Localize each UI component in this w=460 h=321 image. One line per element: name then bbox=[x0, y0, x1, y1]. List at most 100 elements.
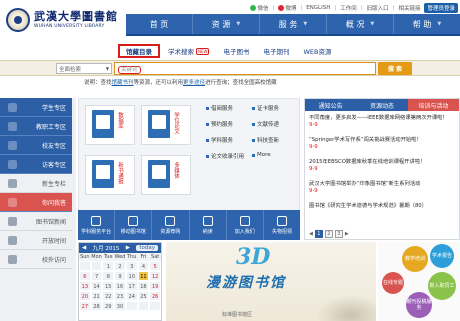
bubble-journal-submission[interactable]: 期刊投稿服务 bbox=[406, 292, 432, 318]
service-lending[interactable]: 借阅服务 bbox=[206, 104, 233, 112]
page-3[interactable]: 3 bbox=[334, 230, 343, 238]
calendar-day[interactable]: 9 bbox=[114, 271, 126, 281]
nav-home[interactable]: 首 页 bbox=[126, 14, 193, 34]
calendar-day[interactable]: 4 bbox=[137, 261, 150, 271]
sidebar-item-alumni[interactable]: 校友专区 bbox=[0, 136, 72, 155]
sidebar-item-hours[interactable]: 开放时间 bbox=[0, 231, 72, 250]
tile-new-books[interactable]: 新书通报 bbox=[85, 155, 135, 195]
weibo-link[interactable]: 微博 bbox=[278, 4, 296, 12]
calendar-day[interactable]: 21 bbox=[90, 291, 103, 301]
prev-month-icon[interactable]: ◀ bbox=[82, 245, 86, 251]
search-input[interactable]: 关键词 bbox=[114, 62, 376, 75]
calendar-day[interactable]: 24 bbox=[125, 291, 138, 301]
calendar-day[interactable]: 18 bbox=[137, 281, 150, 291]
calendar-day[interactable]: 25 bbox=[137, 291, 150, 301]
calendar-day[interactable]: 14 bbox=[90, 281, 103, 291]
nav-help[interactable]: 帮 助 ▼ bbox=[394, 14, 460, 34]
quick-recommend[interactable]: 资源荐购 bbox=[152, 210, 190, 240]
service-card[interactable]: 证卡服务 bbox=[252, 104, 279, 112]
sidebar-item-news[interactable]: 图书馆新闻 bbox=[0, 212, 72, 231]
news-item[interactable]: 不同角度，更多启发——IEEE数据库网络课第两次开课啦！ 9-9 bbox=[309, 115, 457, 129]
quick-join-us[interactable]: 加入我们 bbox=[227, 210, 264, 240]
calendar-day[interactable]: 23 bbox=[114, 291, 126, 301]
calendar-day[interactable]: 29 bbox=[102, 301, 115, 311]
sidebar-item-students[interactable]: 学生专区 bbox=[0, 98, 72, 117]
tab-academic-search[interactable]: 学术搜索 NEW bbox=[162, 44, 215, 58]
bubble-academic-report[interactable]: 学术报告 bbox=[430, 244, 454, 268]
hint-link-holdings[interactable]: 馆藏书刊 bbox=[112, 80, 134, 86]
calendar-day[interactable]: 15 bbox=[102, 281, 115, 291]
sidebar-item-freshman[interactable]: 新生专栏 bbox=[0, 174, 72, 193]
virtual-tour-banner[interactable]: 3D 漫游图书馆 标准图书馆区 bbox=[166, 242, 376, 321]
sidebar-item-staff[interactable]: 教职工专区 bbox=[0, 117, 72, 136]
tile-theses[interactable]: 学位论文 bbox=[141, 105, 191, 145]
calendar-day[interactable]: 11 bbox=[137, 271, 150, 281]
sidebar-item-qa[interactable]: 你问我答 bbox=[0, 193, 72, 212]
tab-training-events[interactable]: 培训与活动 bbox=[407, 99, 459, 111]
tab-web-resources[interactable]: WEB资源 bbox=[297, 44, 337, 58]
next-page-icon[interactable]: ▶ bbox=[345, 231, 349, 237]
bubble-online-topics[interactable]: 在线专题 bbox=[382, 272, 404, 294]
english-link[interactable]: ENGLISH bbox=[306, 5, 330, 11]
calendar-day[interactable]: 27 bbox=[79, 301, 91, 311]
search-button[interactable]: 搜 索 bbox=[378, 62, 412, 75]
tile-databases[interactable]: 数据库 bbox=[85, 105, 135, 145]
sidebar-item-remote[interactable]: 校外访问 bbox=[0, 250, 72, 269]
page-1[interactable]: 1 bbox=[314, 230, 323, 238]
service-more[interactable]: More bbox=[252, 152, 271, 158]
search-scope-select[interactable]: 全面检索 ▼ bbox=[56, 63, 112, 74]
calendar-day[interactable]: 8 bbox=[102, 271, 115, 281]
tab-catalog[interactable]: 馆藏目录 bbox=[118, 44, 160, 58]
tab-resource-updates[interactable]: 资源动态 bbox=[356, 99, 407, 111]
calendar-day[interactable]: 19 bbox=[149, 281, 161, 291]
workroom-link[interactable]: 工作间 bbox=[340, 4, 357, 12]
hint-link-more[interactable]: 更多途径 bbox=[183, 80, 205, 86]
quick-subject-platform[interactable]: 学科服务平台 bbox=[78, 210, 116, 240]
news-item[interactable]: 武汉大学图书馆举办“印象图书馆”新生系列活动 9-9 bbox=[309, 181, 457, 195]
nav-services[interactable]: 服 务 ▼ bbox=[260, 14, 327, 34]
service-citation[interactable]: 论文收录引用 bbox=[206, 152, 244, 160]
news-item[interactable]: 图书馆《研究生学术道德与学术规范》暑期（80） bbox=[309, 203, 457, 210]
calendar-day[interactable]: 6 bbox=[79, 271, 91, 281]
calendar-day[interactable]: 10 bbox=[125, 271, 138, 281]
bubble-new-staff[interactable]: 新入职员工 bbox=[428, 272, 456, 300]
quick-reading[interactable]: 纳读 bbox=[190, 210, 227, 240]
sidebar-item-visitors[interactable]: 访客专区 bbox=[0, 155, 72, 174]
calendar-day[interactable]: 2 bbox=[114, 261, 126, 271]
tab-ejournals[interactable]: 电子期刊 bbox=[257, 44, 295, 58]
prev-page-icon[interactable]: ◀ bbox=[309, 231, 313, 237]
staff-login-button[interactable]: 管理员登录 bbox=[424, 3, 458, 13]
library-logo[interactable]: 武漢大學圖書館 WUHAN UNIVERSITY LIBRARY bbox=[6, 6, 124, 38]
calendar-day[interactable]: 30 bbox=[114, 301, 126, 311]
page-2[interactable]: 2 bbox=[324, 230, 333, 238]
calendar-day[interactable]: 1 bbox=[102, 261, 115, 271]
tab-ebooks[interactable]: 电子图书 bbox=[217, 44, 255, 58]
service-document-delivery[interactable]: 文献传递 bbox=[252, 120, 279, 128]
wechat-link[interactable]: 微信 bbox=[250, 4, 268, 12]
calendar-day[interactable]: 28 bbox=[90, 301, 103, 311]
service-novelty-search[interactable]: 科技查新 bbox=[252, 136, 279, 144]
news-item[interactable]: 2015年EBSCO数据库秋季在线培训课程开讲啦！ 9-9 bbox=[309, 159, 457, 173]
calendar-day[interactable]: 20 bbox=[79, 291, 91, 301]
today-button[interactable]: today bbox=[136, 245, 158, 251]
quick-lost-found[interactable]: 失物招领 bbox=[264, 210, 300, 240]
old-version-link[interactable]: 旧版入口 bbox=[367, 4, 389, 12]
calendar-day[interactable]: 16 bbox=[114, 281, 126, 291]
calendar-day[interactable]: 17 bbox=[125, 281, 138, 291]
related-links-dropdown[interactable]: 相关链接 bbox=[398, 4, 420, 12]
nav-resources[interactable]: 资 源 ▼ bbox=[193, 14, 260, 34]
calendar-day[interactable]: 13 bbox=[79, 281, 91, 291]
calendar-day[interactable]: 22 bbox=[102, 291, 115, 301]
next-month-icon[interactable]: ▶ bbox=[126, 245, 130, 251]
service-reservation[interactable]: 预约服务 bbox=[206, 120, 233, 128]
tab-notices[interactable]: 通知公告 bbox=[305, 99, 356, 111]
tile-multimedia[interactable]: 多媒体 bbox=[141, 155, 191, 195]
calendar-day[interactable]: 12 bbox=[149, 271, 161, 281]
service-subject[interactable]: 学科服务 bbox=[206, 136, 233, 144]
calendar-day[interactable]: 7 bbox=[90, 271, 103, 281]
bubble-teaching[interactable]: 教学培训 bbox=[402, 246, 428, 272]
news-item[interactable]: “Springer学术写作系”闯关挑战赛活动开始啦！ 9-9 bbox=[309, 137, 457, 151]
calendar-day[interactable]: 26 bbox=[149, 291, 161, 301]
nav-overview[interactable]: 概 况 ▼ bbox=[327, 14, 394, 34]
calendar-day[interactable]: 5 bbox=[149, 261, 161, 271]
